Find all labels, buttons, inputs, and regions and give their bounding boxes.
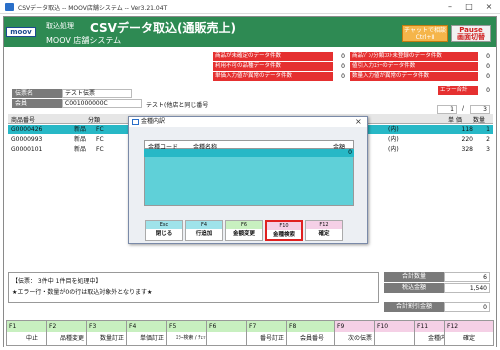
dialog-search-denom-button[interactable]: F10 金種検索 xyxy=(265,220,303,241)
close-icon[interactable]: × xyxy=(481,1,497,13)
chat-button-label: チャットで相談 xyxy=(404,27,446,34)
fkey-label: F12 xyxy=(306,221,342,229)
counter-value: 0 xyxy=(486,53,490,60)
row-unit-mark: (内) xyxy=(388,126,399,133)
slip-label: 伝票名 xyxy=(12,89,62,98)
tax-incl-label: 税込金額 xyxy=(384,283,444,293)
denomination-dialog: 金種内訳 × 金種コード 金種名称 金額 0 Esc 閉じる F4 行追加 F6… xyxy=(128,116,368,244)
fkey-text: 確定 xyxy=(462,335,475,342)
counter-value: 0 xyxy=(486,63,490,70)
error-total-value: 0 xyxy=(486,87,490,94)
message-line2: ★エラー行・数量が0の行は取込対象外となります★ xyxy=(12,289,153,296)
fkey-text: 行追加 xyxy=(195,231,213,237)
row-type: 新品 xyxy=(74,136,87,143)
member-label: 会員 xyxy=(12,99,62,108)
fkey-label: F10 xyxy=(267,222,301,230)
fkey-label: F12 xyxy=(445,321,493,332)
fkey-text: 閉じる xyxy=(155,231,173,237)
message-line1: 【伝票： 3件中 1件目を処理中】 xyxy=(12,278,102,285)
fkey-f12-button[interactable]: F12 確定 xyxy=(444,320,494,346)
page-separator: / xyxy=(462,105,465,112)
row-tag: FC xyxy=(96,126,104,133)
counter-value: 0 xyxy=(341,73,345,80)
col-qty: 数量 xyxy=(473,117,486,124)
row-code: G0000993 xyxy=(11,136,43,143)
slip-name-field[interactable]: テスト伝票 xyxy=(62,89,132,98)
fkey-label: Esc xyxy=(146,221,182,229)
total-qty-label: 合計数量 xyxy=(384,272,444,282)
counter-label: 商品が未確定のデータ件数 xyxy=(213,52,333,61)
chat-button[interactable]: チャットで相談 Ctrl+Ⅱ xyxy=(402,25,448,42)
message-box: 【伝票： 3件中 1件目を処理中】 ★エラー行・数量が0の行は取込対象外となりま… xyxy=(8,272,379,303)
row-price: 328 xyxy=(461,146,473,153)
counter-value: 0 xyxy=(341,63,345,70)
app-icon xyxy=(5,3,14,11)
page-total: 3 xyxy=(470,105,490,114)
counter-value: 0 xyxy=(486,73,490,80)
col-code: 商品番号 xyxy=(11,117,36,124)
row-code: G0000101 xyxy=(11,146,43,153)
dialog-confirm-button[interactable]: F12 確定 xyxy=(305,220,343,241)
system-name: MOOV 店舗システム xyxy=(46,36,122,45)
moov-logo: moov xyxy=(6,27,36,37)
row-qty: 1 xyxy=(486,126,490,133)
row-type: 新品 xyxy=(74,146,87,153)
counter-value: 0 xyxy=(341,53,345,60)
row-tag: FC xyxy=(96,136,104,143)
row-qty: 2 xyxy=(486,136,490,143)
error-total-label: エラー合計 xyxy=(438,86,478,95)
page-current: 1 xyxy=(437,105,457,114)
dialog-add-row-button[interactable]: F4 行追加 xyxy=(185,220,223,241)
tax-incl-value: 1,540 xyxy=(444,283,490,293)
fkey-label: F8 xyxy=(287,321,337,332)
total-discount-value: 0 xyxy=(444,302,490,312)
fkey-text: 金額変更 xyxy=(232,231,255,237)
fkey-text: 確定 xyxy=(318,231,330,237)
window-title: CSVデータ取込 -- MOOV店舗システム -- Ver3.21.04T xyxy=(18,5,168,12)
row-code: G0000426 xyxy=(11,126,43,133)
total-qty-value: 6 xyxy=(444,272,490,282)
col-class: 分類 xyxy=(88,117,101,124)
row-type: 新品 xyxy=(74,126,87,133)
pause-sublabel: 画面切替 xyxy=(457,33,485,41)
dialog-close-button[interactable]: Esc 閉じる xyxy=(145,220,183,241)
fkey-text: 金種検索 xyxy=(272,232,295,238)
minimize-icon[interactable]: – xyxy=(442,1,458,13)
dialog-grid-row[interactable]: 0 xyxy=(144,149,354,157)
pause-button[interactable]: Pause 画面切替 xyxy=(451,25,491,42)
counter-label: 値引入力ｴﾗｰのデータ件数 xyxy=(350,62,478,71)
fkey-label: F4 xyxy=(186,221,222,229)
counter-label: 数量入力値が異常のデータ件数 xyxy=(350,72,478,81)
maximize-icon[interactable]: □ xyxy=(461,1,477,13)
row-tag: FC xyxy=(96,146,104,153)
dialog-close-icon[interactable]: × xyxy=(355,117,362,126)
row-unit-mark: (内) xyxy=(388,136,399,143)
counter-label: 単価入力値が異常のデータ件数 xyxy=(213,72,333,81)
col-unit: 単 価 xyxy=(448,117,462,124)
row-unit-mark: (内) xyxy=(388,146,399,153)
dialog-change-amount-button[interactable]: F6 金額変更 xyxy=(225,220,263,241)
fkey-label: F6 xyxy=(226,221,262,229)
chat-shortcut: Ctrl+Ⅱ xyxy=(415,34,435,41)
counter-label: 商品ｿﾞﾝ/分類ｺｽﾄ未登録のデータ件数 xyxy=(350,52,478,61)
screen-label: 取込処理 xyxy=(46,22,74,30)
window-titlebar: CSVデータ取込 -- MOOV店舗システム -- Ver3.21.04T – … xyxy=(0,0,500,14)
fkey-text: 会員番号 xyxy=(299,335,324,342)
dialog-title: 金種内訳 xyxy=(129,117,367,127)
dialog-grid[interactable] xyxy=(144,149,354,206)
counter-label: 利用不可の品種データ件数 xyxy=(213,62,333,71)
row-qty: 3 xyxy=(486,146,490,153)
screen-title: CSVデータ取込(通販売上) xyxy=(90,21,236,35)
row-price: 118 xyxy=(461,126,473,133)
fkey-f8-button[interactable]: F8 会員番号 xyxy=(286,320,338,346)
row-price: 220 xyxy=(461,136,473,143)
function-key-bar: F1 中止 F2 品種変更 F3 数量訂正 F4 単価訂正 F5 ｴﾗｰ検索 / ﾁｪｯｸ… xyxy=(4,320,496,348)
member-code-field[interactable]: C001000000C xyxy=(62,99,142,108)
member-name: テスト(他店と同じ番号 xyxy=(146,102,209,109)
dialog-grid-header: 金種コード 金種名称 金額 xyxy=(144,140,354,151)
dialog-icon xyxy=(132,119,139,125)
total-discount-label: 合計割引金額 xyxy=(384,302,444,312)
